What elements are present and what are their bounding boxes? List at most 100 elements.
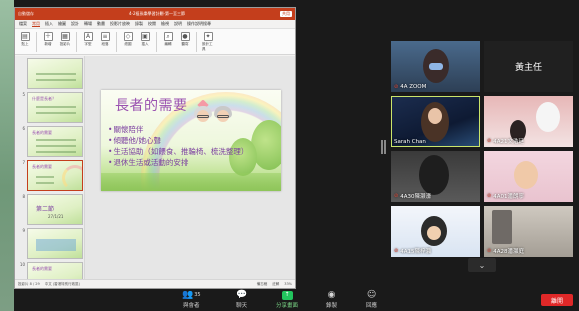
paragraph-icon: ≡ [100,32,110,41]
record-button[interactable]: ◉ 錄製 [326,290,337,309]
paragraph-button[interactable]: ≡ 段落 [99,32,111,47]
menu-slideshow[interactable]: 投影片放映 [110,21,130,27]
menu-help[interactable]: 說明 [174,21,182,27]
slide-thumbnail[interactable] [27,58,83,89]
font-button[interactable]: A 字型 [82,32,94,47]
slide-thumbnail-pane[interactable]: 5 什麼是長者？ 6 長者的需要 7 長者的需要 8 第二節27/1/21 9 [15,56,85,279]
drawing-label: 繪圖 [124,42,132,46]
gallery-next-page-button[interactable]: ⌄ [468,258,496,272]
chat-button[interactable]: 💬 聊天 [236,290,247,309]
menu-review[interactable]: 校閱 [148,21,156,27]
participant-name: ⊘ 4A ZOOM [394,84,426,90]
menu-animations[interactable]: 動畫 [97,21,105,27]
participant-name: ⊘ 4A30陳灏濠 [394,192,431,200]
slide-thumbnail[interactable]: 什麼是長者？ [27,92,83,123]
thumbnail-row[interactable] [18,58,84,89]
editing-label: 編輯 [164,42,172,46]
thumbnail-row[interactable]: 9 [18,228,84,259]
participant-name-text: 4A28潘灝庭 [493,249,524,255]
video-tile[interactable]: ⊘ 4A28潘灝庭 [484,206,573,257]
video-tile[interactable]: ⊘ 4A30陳灏濠 [391,151,480,202]
slide-thumbnail[interactable]: 長者的需要 [27,262,83,279]
ribbon-divider [116,32,117,52]
share-screen-button[interactable]: ↑ 分享畫面 [276,290,298,309]
thumbnail-title: 長者的需要 [32,266,52,271]
thumbnail-row[interactable]: 6 長者的需要 [18,126,84,157]
microphone-icon: ● [180,32,190,41]
participants-button[interactable]: 👥 35 與會者 [182,290,201,309]
menu-record[interactable]: 錄製 [135,21,143,27]
mic-muted-icon: ⊘ [394,248,399,254]
selected-slide-thumbnail[interactable]: 長者的需要 [27,160,83,191]
slide-number: 5 [22,92,25,97]
paragraph-label: 段落 [101,42,109,46]
participant-name: ⊘ 4A28潘灝庭 [487,247,524,255]
panel-resize-handle[interactable] [381,140,383,154]
designer-button[interactable]: ✦ 設計工具 [202,32,214,52]
ppt-title-bar: 自動儲存 4-2祖孫樂學習計劃-第一至三節 共用 [15,8,295,20]
thumbnail-row[interactable]: 7 長者的需要 [18,160,84,191]
menu-file[interactable]: 檔案 [19,21,27,27]
menu-transitions[interactable]: 轉場 [84,21,92,27]
thumbnail-image [36,239,76,251]
section-slide-thumbnail[interactable]: 第二節 27/1/21 [27,194,83,225]
autosave-label[interactable]: 自動儲存 [18,11,34,17]
mic-muted-icon: ⊘ [394,84,399,90]
ppt-ribbon: ▤ 貼上 ＋新增 ▦ 投影片 A 字型 ≡ 段落 ◇ 繪圖 ▣ 插入 ⌕ 編輯 ● 聽寫 ✦ 設計… [15,29,295,55]
notes-button[interactable]: 備忘稿 [257,282,268,287]
leave-meeting-button[interactable]: 離開 [541,294,573,306]
video-tile[interactable]: ⊘ 4A01潘朗寧 [484,151,573,202]
drawing-button[interactable]: ◇ 繪圖 [122,32,134,47]
participant-name-text: 4A21文浩廷 [493,139,524,145]
layout-icon: ▦ [60,32,70,41]
thumbnail-text [36,112,76,114]
thumbnail-row[interactable]: 10 長者的需要 [18,262,84,279]
participant-name-text: 4A ZOOM [400,84,427,90]
menu-search[interactable]: 操作說明搜尋 [187,21,211,27]
slide-thumbnail[interactable]: 長者的需要 [27,126,83,157]
ribbon-divider [36,32,37,52]
participant-name-text: 黃主任 [514,63,542,73]
zoom-level[interactable]: 33% [284,282,292,286]
current-slide[interactable]: 長者的需要 關懷陪伴 傾聽他/她心聲 生活協助（如餵食、推輪椅、梳洗整理） 退休… [101,90,281,191]
bullet-item: 退休生活或活動的安排 [108,157,248,168]
bullet-item: 關懷陪伴 [108,124,248,135]
menu-draw[interactable]: 繪圖 [58,21,66,27]
video-tile[interactable]: 黃主任 [484,41,573,92]
thumbnail-text [36,106,76,108]
language-indicator[interactable]: 中文 (香港特別行政區) [45,282,80,287]
dictate-button[interactable]: ● 聽寫 [179,32,191,47]
editing-button[interactable]: ⌕ 編輯 [162,32,174,47]
video-tile[interactable]: ⊘ 4A21文浩廷 [484,96,573,147]
video-tile[interactable]: ⊘ 4A ZOOM [391,41,480,92]
participants-count: 35 [194,292,201,298]
menu-insert[interactable]: 插入 [45,21,53,27]
thumbnail-text [36,176,54,178]
new-slide-button[interactable]: ＋新增 [42,32,54,47]
menu-home[interactable]: 常用 [32,21,40,27]
insert-button[interactable]: ▣ 插入 [139,32,151,47]
thumbnail-row[interactable]: 5 什麼是長者？ [18,92,84,123]
dictate-label: 聽寫 [181,42,189,46]
reactions-button[interactable]: ☺ 回應 [366,290,377,309]
paste-button[interactable]: ▤ 貼上 [19,32,31,47]
menu-design[interactable]: 設計 [71,21,79,27]
face-shape [427,226,441,240]
video-tile[interactable]: ⊘ 4A15陳梓灝 [391,206,480,257]
active-speaker-tile[interactable]: Sarah Chan [391,96,480,147]
participant-video [419,155,449,195]
thumbnail-text [36,182,54,184]
slide-editing-canvas[interactable]: 長者的需要 關懷陪伴 傾聽他/她心聲 生活協助（如餵食、推輪椅、梳洗整理） 退休… [85,56,295,279]
shapes-icon: ◇ [123,32,133,41]
comments-button[interactable]: 註解 [272,282,279,287]
slide-thumbnail[interactable] [27,228,83,259]
section-title: 第二節 [36,206,55,213]
menu-view[interactable]: 檢視 [161,21,169,27]
ppt-share-button[interactable]: 共用 [280,11,292,17]
record-label: 錄製 [326,303,338,309]
slide-title: 長者的需要 [115,98,188,114]
thumbnail-row[interactable]: 8 第二節 27/1/21 [18,194,84,225]
slides-button[interactable]: ▦ 投影片 [59,32,71,47]
mic-muted-icon: ⊘ [487,138,492,144]
slide-number: 6 [22,126,25,131]
